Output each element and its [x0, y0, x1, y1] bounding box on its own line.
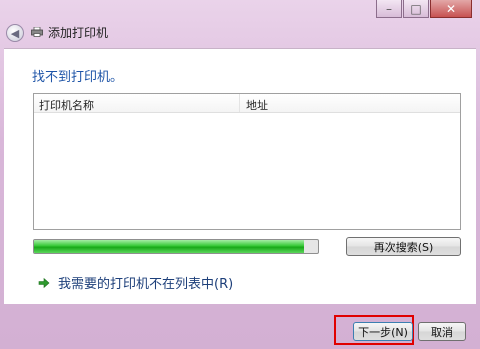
- column-divider[interactable]: [239, 94, 240, 112]
- dialog-window: – □ ✕ ◀ 添加打印机 找不到打印机。 打印机名称 地址 再次搜索(S) 我…: [0, 0, 480, 349]
- printer-icon: [31, 27, 43, 37]
- printer-not-listed-link[interactable]: 我需要的打印机不在列表中(R): [38, 273, 233, 292]
- maximize-button[interactable]: □: [403, 0, 429, 18]
- search-again-button[interactable]: 再次搜索(S): [346, 237, 461, 256]
- list-header: 打印机名称 地址: [34, 94, 460, 113]
- next-button[interactable]: 下一步(N): [353, 322, 413, 341]
- window-title: 添加打印机: [48, 26, 109, 40]
- window-controls: – □ ✕: [376, 0, 472, 18]
- progress-fill: [34, 240, 304, 253]
- printer-list[interactable]: 打印机名称 地址: [33, 93, 461, 230]
- printer-not-listed-label[interactable]: 我需要的打印机不在列表中(R): [58, 273, 233, 292]
- close-button[interactable]: ✕: [430, 0, 472, 18]
- column-header-address[interactable]: 地址: [246, 97, 268, 113]
- back-button[interactable]: ◀: [6, 24, 24, 42]
- back-arrow-icon: ◀: [10, 26, 20, 40]
- page-heading: 找不到打印机。: [32, 70, 124, 85]
- search-progress-bar: [33, 239, 319, 254]
- minimize-button[interactable]: –: [376, 0, 402, 18]
- column-header-printer-name[interactable]: 打印机名称: [39, 97, 94, 113]
- cancel-button[interactable]: 取消: [418, 322, 466, 341]
- green-arrow-icon: [38, 277, 50, 288]
